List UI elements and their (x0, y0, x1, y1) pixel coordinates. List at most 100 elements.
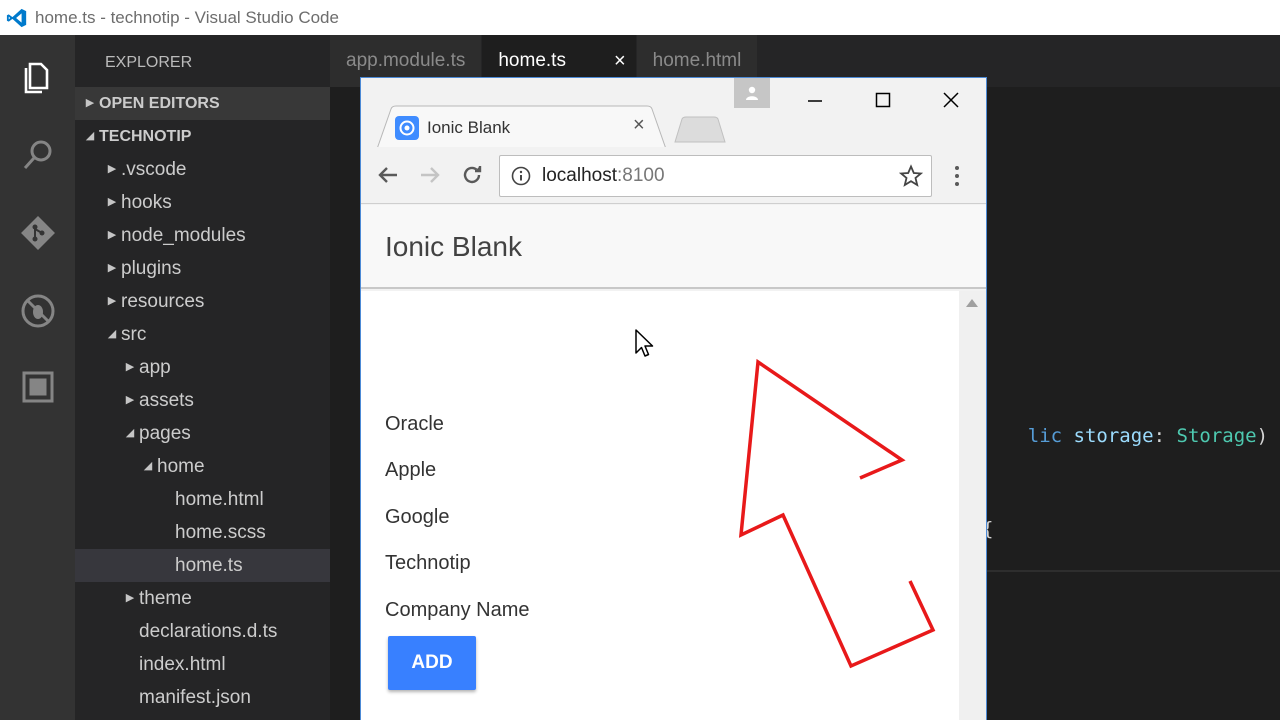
info-icon[interactable] (500, 166, 542, 186)
project-section[interactable]: ◢ TECHNOTIP (75, 120, 330, 153)
tree-label: theme (139, 588, 192, 609)
code-keyword: lic (1027, 425, 1063, 447)
tree-file-home-html[interactable]: ▶home.html (75, 483, 330, 516)
chevron-down-icon: ◢ (107, 328, 117, 340)
tree-label: pages (139, 423, 191, 444)
tree-label: home.ts (175, 555, 243, 576)
address-bar[interactable]: localhost:8100 (499, 155, 932, 197)
window-titlebar: home.ts - technotip - Visual Studio Code (0, 0, 1280, 35)
chevron-right-icon: ▶ (107, 262, 117, 274)
tree-folder-assets[interactable]: ▶ assets (75, 384, 330, 417)
url-host: localhost (542, 165, 617, 186)
tree-label: node_modules (121, 225, 246, 246)
tree-label: home (157, 456, 205, 477)
debug-icon[interactable] (0, 281, 75, 341)
tab-label: home.ts (498, 50, 566, 71)
tree-folder-home[interactable]: ◢ home (75, 450, 330, 483)
list-item: Technotip (385, 552, 471, 574)
maximize-button[interactable] (859, 82, 907, 118)
tree-label: declarations.d.ts (139, 621, 278, 642)
add-button[interactable]: ADD (388, 636, 476, 690)
chevron-right-icon: ▶ (107, 295, 117, 307)
git-icon[interactable] (0, 203, 75, 263)
list-item: Company Name (385, 599, 530, 621)
close-icon[interactable]: × (614, 50, 626, 73)
search-icon[interactable] (0, 125, 75, 185)
chevron-right-icon: ▶ (125, 592, 135, 604)
browser-toolbar: localhost:8100 (361, 148, 986, 204)
activity-bar (0, 35, 75, 720)
scrollbar[interactable] (959, 291, 986, 720)
scroll-up-arrow-icon[interactable] (966, 299, 978, 307)
explorer-icon[interactable] (0, 47, 75, 107)
tree-folder-resources[interactable]: ▶ resources (75, 285, 330, 318)
annotation-arrow-icon (738, 358, 936, 669)
tree-label: manifest.json (139, 687, 251, 708)
list-item: Oracle (385, 413, 444, 435)
tree-folder-src[interactable]: ◢ src (75, 318, 330, 351)
file-tree: ▶ .vscode ▶ hooks ▶ node_modules ▶ plugins ▶ reso… (75, 153, 330, 714)
chevron-right-icon: ▶ (107, 196, 117, 208)
tree-folder-theme[interactable]: ▶ theme (75, 582, 330, 615)
browser-tab-title: Ionic Blank (427, 118, 511, 137)
tree-file-home-ts[interactable]: ▶home.ts (75, 549, 330, 582)
tree-folder-hooks[interactable]: ▶ hooks (75, 186, 330, 219)
chevron-right-icon: ▶ (85, 97, 95, 109)
tree-file-home-scss[interactable]: ▶home.scss (75, 516, 330, 549)
new-tab-button[interactable] (673, 116, 727, 144)
tree-folder-vscode[interactable]: ▶ .vscode (75, 153, 330, 186)
browser-tab[interactable] (377, 105, 667, 149)
profile-icon[interactable] (734, 78, 770, 108)
tree-label: home.html (175, 489, 264, 510)
close-window-button[interactable] (927, 82, 975, 118)
code-punct: : (1153, 425, 1177, 447)
section-label: TECHNOTIP (99, 128, 192, 145)
tree-file-declarations-d-ts[interactable]: ▶declarations.d.ts (75, 615, 330, 648)
mouse-cursor-icon (635, 329, 654, 357)
code-identifier: storage (1073, 425, 1154, 447)
tree-folder-pages[interactable]: ◢ pages (75, 417, 330, 450)
tree-folder-plugins[interactable]: ▶ plugins (75, 252, 330, 285)
chevron-right-icon: ▶ (125, 394, 135, 406)
tree-label: resources (121, 291, 205, 312)
close-icon[interactable]: × (633, 114, 645, 137)
back-arrow-icon[interactable] (371, 158, 405, 192)
explorer-sidebar: EXPLORER ▶ OPEN EDITORS ◢ TECHNOTIP ▶ .vs… (75, 35, 330, 720)
reload-icon[interactable] (455, 158, 489, 192)
tree-label: index.html (139, 654, 226, 675)
tree-file-manifest-json[interactable]: ▶manifest.json (75, 681, 330, 714)
list-item: Apple (385, 459, 437, 481)
tree-folder-node-modules[interactable]: ▶ node_modules (75, 219, 330, 252)
minimize-button[interactable] (791, 82, 839, 118)
url-port: :8100 (617, 165, 665, 186)
extensions-icon[interactable] (0, 357, 75, 417)
chevron-down-icon: ◢ (143, 460, 153, 472)
code-line: lic storage: Storage) { (982, 403, 1280, 469)
app-header: Ionic Blank (361, 205, 986, 289)
bookmark-star-icon[interactable] (898, 164, 924, 193)
tree-label: hooks (121, 192, 172, 213)
tree-label: .vscode (121, 159, 187, 180)
editor-divider (986, 570, 1280, 572)
chevron-down-icon: ◢ (85, 130, 95, 142)
forward-arrow-icon[interactable] (413, 158, 447, 192)
explorer-header: EXPLORER (105, 54, 193, 71)
tree-label: assets (139, 390, 194, 411)
browser-menu-icon[interactable] (943, 160, 971, 192)
code-type: Storage (1176, 425, 1257, 447)
list-item: Google (385, 506, 450, 528)
tree-label: plugins (121, 258, 182, 279)
tree-label: app (139, 357, 171, 378)
tree-label: src (121, 324, 147, 345)
chevron-right-icon: ▶ (125, 361, 135, 373)
vscode-logo-icon (4, 5, 30, 31)
tab-label: home.html (652, 50, 742, 71)
tree-file-index-html[interactable]: ▶index.html (75, 648, 330, 681)
chevron-down-icon: ◢ (125, 427, 135, 439)
tab-label: app.module.ts (346, 50, 466, 71)
tree-label: home.scss (175, 522, 266, 543)
page-title: Ionic Blank (385, 231, 522, 262)
open-editors-section[interactable]: ▶ OPEN EDITORS (75, 87, 330, 120)
tree-folder-app[interactable]: ▶ app (75, 351, 330, 384)
section-label: OPEN EDITORS (99, 95, 220, 112)
